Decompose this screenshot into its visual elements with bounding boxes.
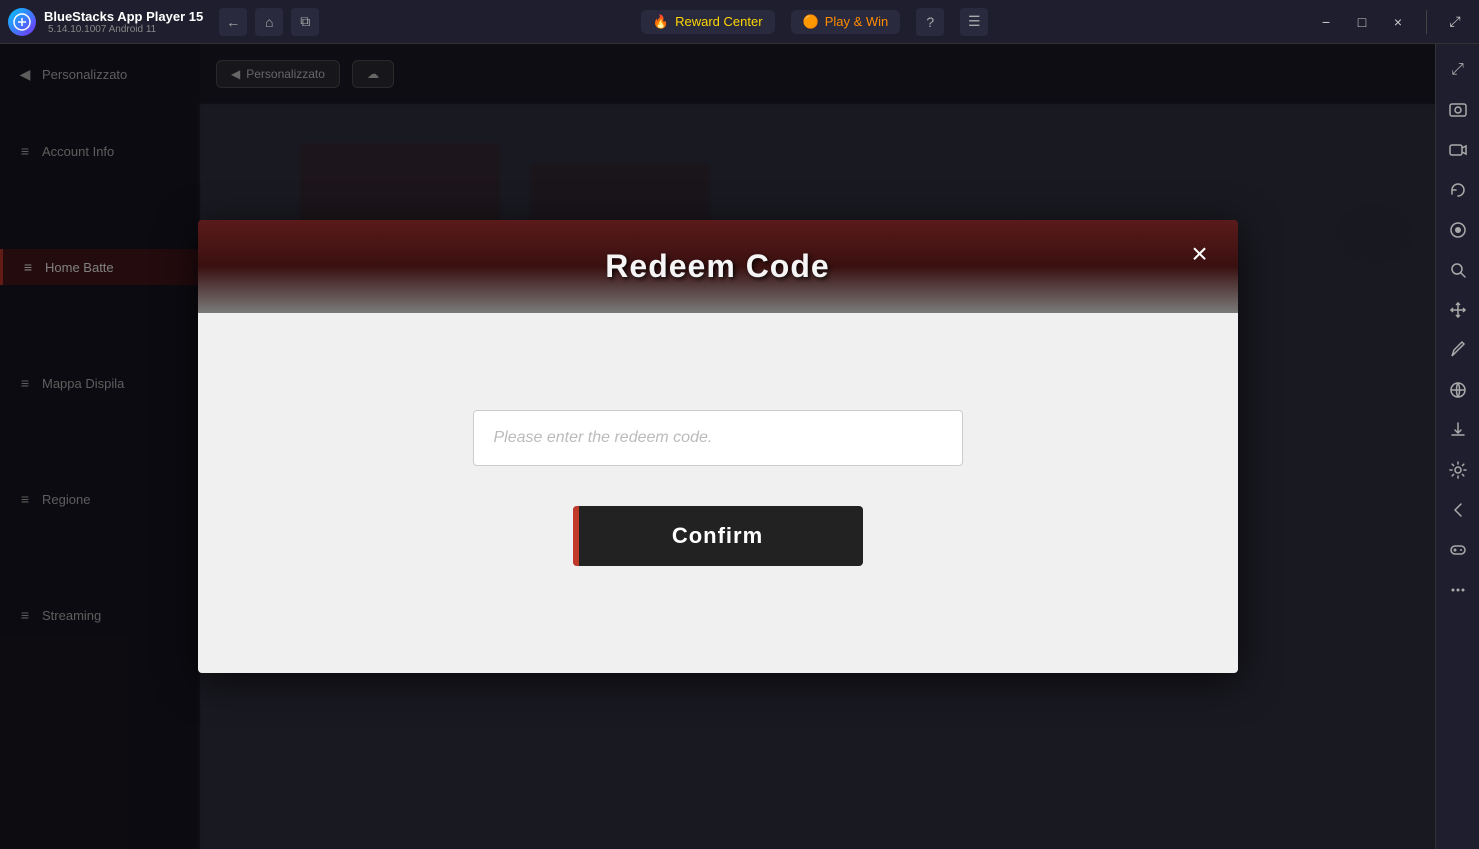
modal-overlay: Redeem Code × Confirm <box>0 44 1435 849</box>
sidebar-more-icon[interactable] <box>1440 572 1476 608</box>
right-sidebar: ⤢ <box>1435 44 1479 849</box>
dialog-header: Redeem Code × <box>198 220 1238 313</box>
sidebar-edit-icon[interactable] <box>1440 332 1476 368</box>
play-win-label: Play & Win <box>825 14 889 29</box>
reward-center-button[interactable]: 🔥 Reward Center <box>641 10 775 34</box>
sidebar-back-icon[interactable] <box>1440 492 1476 528</box>
sidebar-move-icon[interactable] <box>1440 292 1476 328</box>
play-win-button[interactable]: 🟠 Play & Win <box>791 10 901 34</box>
titlebar: BlueStacks App Player 15 5.14.10.1007 An… <box>0 0 1479 44</box>
sidebar-download-icon[interactable] <box>1440 412 1476 448</box>
redeem-code-input[interactable] <box>473 410 963 466</box>
titlebar-center: 🔥 Reward Center 🟠 Play & Win ? ☰ <box>319 8 1310 36</box>
sidebar-zoom-icon[interactable] <box>1440 252 1476 288</box>
app-version: 5.14.10.1007 Android 11 <box>48 24 203 35</box>
sidebar-camera-icon[interactable] <box>1440 132 1476 168</box>
nav-buttons: ← ⌂ ⧉ <box>219 8 319 36</box>
titlebar-divider <box>1426 10 1427 34</box>
sidebar-rotate-icon[interactable] <box>1440 172 1476 208</box>
minimize-button[interactable]: − <box>1310 6 1342 38</box>
playnwin-icon: 🟠 <box>803 14 819 30</box>
dialog-title: Redeem Code <box>605 248 829 285</box>
window-controls: − □ × ⤢ <box>1310 6 1471 38</box>
reward-center-label: Reward Center <box>675 14 762 29</box>
tabs-button[interactable]: ⧉ <box>291 8 319 36</box>
sidebar-gamepad-icon[interactable] <box>1440 532 1476 568</box>
redeem-dialog: Redeem Code × Confirm <box>198 220 1238 673</box>
back-button[interactable]: ← <box>219 8 247 36</box>
confirm-button[interactable]: Confirm <box>573 506 863 566</box>
close-button[interactable]: × <box>1382 6 1414 38</box>
sidebar-settings-icon[interactable] <box>1440 452 1476 488</box>
dialog-body: Confirm <box>198 313 1238 673</box>
expand-button[interactable]: ⤢ <box>1439 6 1471 38</box>
home-button[interactable]: ⌂ <box>255 8 283 36</box>
app-name: BlueStacks App Player 15 <box>44 9 203 24</box>
maximize-button[interactable]: □ <box>1346 6 1378 38</box>
help-button[interactable]: ? <box>916 8 944 36</box>
dialog-close-button[interactable]: × <box>1182 236 1218 272</box>
menu-button[interactable]: ☰ <box>960 8 988 36</box>
main-content: ◀ Personalizzato ≡ Account Info ≡ Home B… <box>0 44 1435 849</box>
sidebar-record-icon[interactable] <box>1440 212 1476 248</box>
sidebar-screenshot-icon[interactable] <box>1440 92 1476 128</box>
reward-icon: 🔥 <box>653 14 669 30</box>
sidebar-globe-icon[interactable] <box>1440 372 1476 408</box>
sidebar-expand-icon[interactable]: ⤢ <box>1440 52 1476 88</box>
app-logo <box>8 8 36 36</box>
